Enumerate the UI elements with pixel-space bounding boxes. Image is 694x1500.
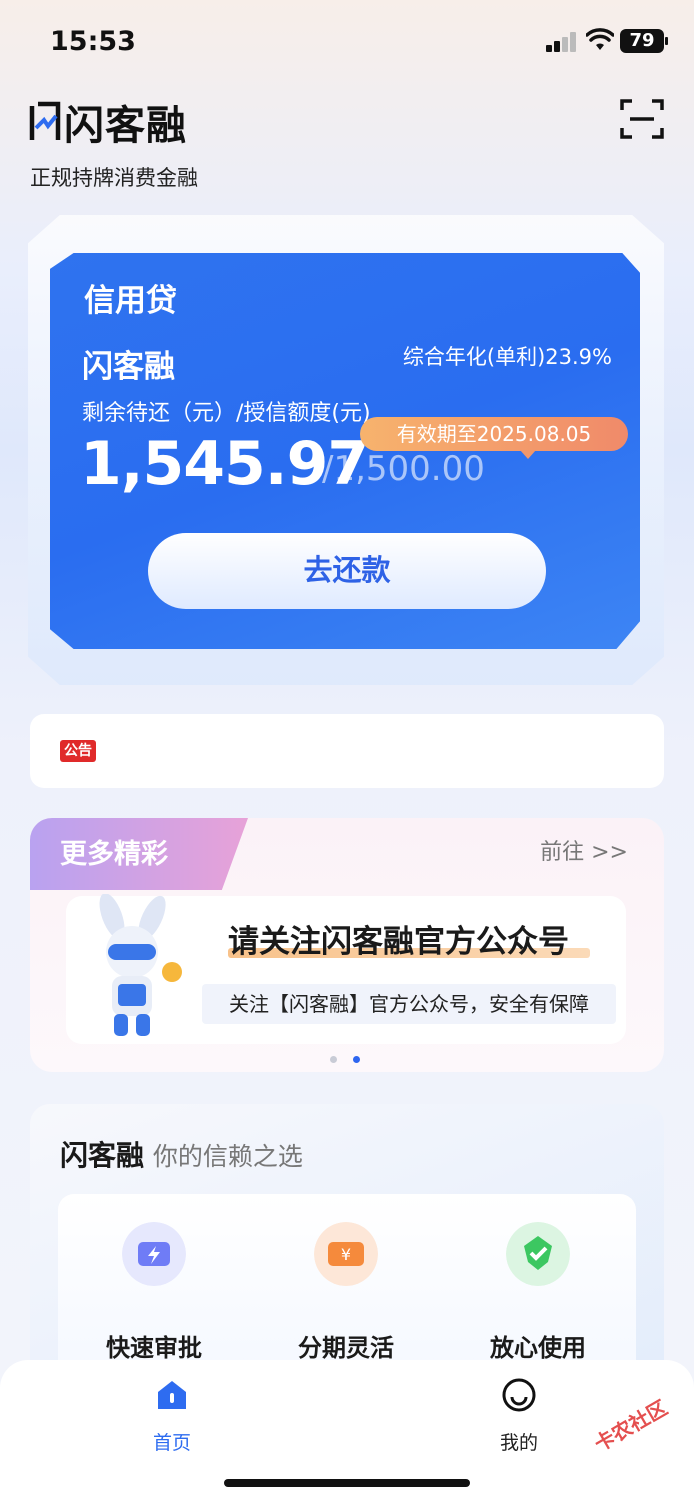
status-time: 15:53	[50, 26, 136, 57]
trust-section: 闪客融 你的信赖之选 快速审批 ¥ 分期灵活 放心使用	[30, 1104, 664, 1404]
scan-icon[interactable]	[620, 98, 664, 140]
tab-home[interactable]: 首页	[112, 1378, 232, 1455]
battery-icon: 79	[620, 29, 668, 53]
signal-icon	[546, 32, 578, 52]
notice-bar[interactable]: 公告	[30, 714, 664, 788]
carousel-dot-active[interactable]	[353, 1056, 360, 1063]
carousel-dots	[330, 1056, 360, 1063]
logo-text: 闪客融	[64, 103, 187, 149]
repay-button[interactable]: 去还款	[148, 533, 546, 609]
rabbit-mascot-icon	[99, 894, 182, 1036]
credit-limit: /1,500.00	[322, 449, 485, 489]
home-indicator[interactable]	[224, 1479, 470, 1487]
banner-title: 请关注闪客融官方公众号	[228, 924, 569, 960]
tab-mine[interactable]: 我的	[459, 1378, 579, 1455]
wifi-icon	[586, 28, 614, 50]
feature-safe-use: 放心使用	[448, 1222, 628, 1363]
card-subtitle: 剩余待还（元）/授信额度(元)	[82, 401, 371, 426]
wechat-banner[interactable]: 请关注闪客融官方公众号 关注【闪客融】官方公众号，安全有保障	[66, 894, 626, 1044]
feature-fast-approval: 快速审批	[64, 1222, 244, 1363]
shield-check-icon	[506, 1222, 570, 1286]
more-section: 更多精彩 前往 >> 请关注闪客融官方公众号 关注【闪客融】官方公众号，安全有保…	[30, 818, 664, 1072]
home-icon	[158, 1381, 186, 1409]
banner-subtitle: 关注【闪客融】官方公众号，安全有保障	[202, 984, 616, 1024]
lightning-icon	[122, 1222, 186, 1286]
feature-label: 分期灵活	[298, 1334, 394, 1362]
notice-tag: 公告	[60, 740, 96, 762]
app-logo: 闪客融	[28, 96, 187, 149]
expiry-badge: 有效期至2025.08.05	[360, 417, 628, 459]
credit-card: 信用贷 闪客融 综合年化(单利)23.9% 剩余待还（元）/授信额度(元) 1,…	[50, 253, 640, 649]
svg-text:¥: ¥	[341, 1245, 351, 1264]
feature-label: 放心使用	[490, 1334, 586, 1362]
card-brand: 闪客融	[82, 349, 175, 385]
tab-home-label: 首页	[152, 1432, 191, 1454]
card-rate: 综合年化(单利)23.9%	[402, 345, 612, 369]
logo-mark-icon	[29, 101, 61, 140]
tagline: 正规持牌消费金融	[30, 166, 198, 190]
more-title: 更多精彩	[60, 839, 168, 870]
profile-smile-icon	[502, 1378, 536, 1412]
tab-mine-label: 我的	[499, 1432, 538, 1454]
card-title: 信用贷	[84, 283, 177, 319]
feature-flexible-installment: ¥ 分期灵活	[256, 1222, 436, 1363]
more-link[interactable]: 前往 >>	[540, 834, 628, 866]
trust-slogan: 你的信赖之选	[152, 1142, 303, 1171]
status-bar: 15:53 79	[0, 0, 694, 84]
trust-heading: 闪客融 你的信赖之选	[60, 1134, 303, 1174]
trust-brand: 闪客融	[60, 1139, 145, 1172]
yen-icon: ¥	[314, 1222, 378, 1286]
feature-label: 快速审批	[106, 1334, 202, 1362]
carousel-dot[interactable]	[330, 1056, 337, 1063]
